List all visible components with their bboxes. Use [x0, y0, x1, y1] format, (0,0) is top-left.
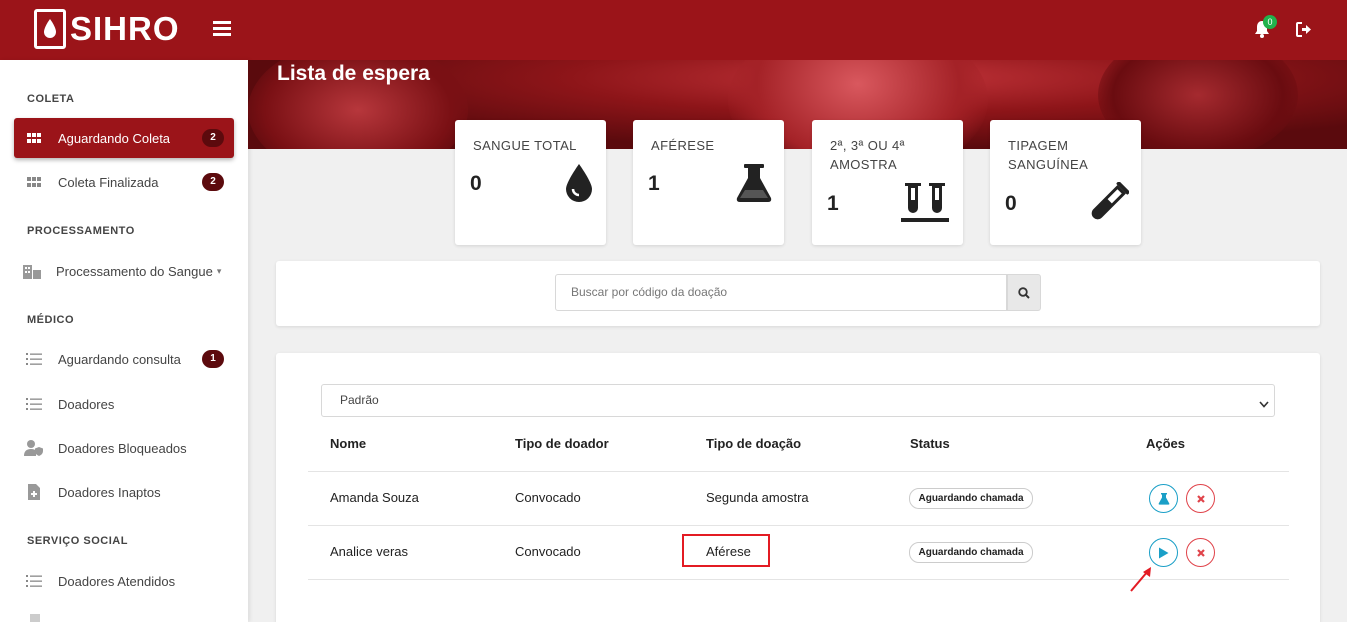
sidebar-item-label: Doadores Atendidos — [58, 573, 176, 589]
card-value: 1 — [827, 192, 839, 215]
cell-tipo-doador: Convocado — [515, 544, 581, 559]
sidebar-item-processamento-sangue[interactable]: Processamento do Sangue ▾ — [12, 251, 232, 291]
user-shield-icon — [24, 440, 44, 456]
card-amostra[interactable]: 2ª, 3ª OU 4ª AMOSTRA 1 — [812, 120, 963, 245]
analyze-button[interactable] — [1149, 484, 1178, 513]
flask-icon — [735, 163, 773, 208]
divider — [308, 471, 1289, 472]
col-tipo-doacao: Tipo de doação — [706, 436, 802, 451]
card-value: 0 — [470, 172, 482, 195]
col-tipo-doador: Tipo de doador — [515, 436, 609, 451]
sidebar-item-doadores[interactable]: Doadores — [14, 384, 234, 424]
sidebar-item-partial-icon — [30, 614, 40, 622]
sidebar-item-label: Aguardando Coleta — [58, 130, 171, 146]
grid-icon — [24, 133, 44, 143]
list-icon — [24, 574, 44, 588]
sidebar-item-label: Doadores Inaptos — [58, 484, 161, 500]
caret-down-icon: ▾ — [216, 265, 222, 276]
sidebar: COLETA Aguardando Coleta 2 Coleta Finali… — [0, 60, 248, 622]
file-medical-icon — [24, 484, 44, 500]
highlight-annotation — [682, 534, 770, 567]
section-processamento: PROCESSAMENTO — [27, 225, 135, 237]
card-sangue-total[interactable]: SANGUE TOTAL 0 — [455, 120, 606, 245]
sidebar-item-label: Doadores Bloqueados — [58, 440, 187, 456]
notification-badge: 0 — [1263, 15, 1277, 29]
play-icon — [1159, 547, 1169, 558]
col-status: Status — [910, 436, 950, 451]
col-acoes: Ações — [1146, 436, 1186, 451]
menu-toggle-icon[interactable] — [213, 20, 231, 41]
logo[interactable]: SIHRO — [34, 9, 180, 49]
sidebar-item-aguardando-coleta[interactable]: Aguardando Coleta 2 — [14, 118, 234, 158]
sidebar-item-label: Coleta Finalizada — [58, 174, 159, 190]
sidebar-item-aguardando-consulta[interactable]: Aguardando consulta 1 — [14, 339, 234, 379]
close-icon — [1196, 548, 1205, 557]
cell-nome: Analice veras — [330, 544, 409, 559]
count-badge: 1 — [202, 350, 224, 368]
start-button[interactable] — [1149, 538, 1178, 567]
col-nome: Nome — [330, 436, 367, 451]
building-icon — [22, 263, 42, 279]
search-input[interactable]: Buscar por código da doação — [555, 274, 1007, 311]
sidebar-item-label: Doadores — [58, 396, 115, 412]
card-title-line1: 2ª, 3ª OU 4ª — [830, 138, 905, 153]
count-badge: 2 — [202, 173, 224, 191]
card-title: SANGUE TOTAL — [473, 138, 577, 153]
card-aferese[interactable]: AFÉRESE 1 — [633, 120, 784, 245]
divider — [308, 525, 1289, 526]
list-icon — [24, 397, 44, 411]
cell-tipo-doacao: Segunda amostra — [706, 490, 809, 505]
sidebar-item-label: Aguardando consulta — [58, 351, 181, 367]
sidebar-item-doadores-bloqueados[interactable]: Doadores Bloqueados — [14, 428, 234, 468]
sidebar-item-coleta-finalizada[interactable]: Coleta Finalizada 2 — [14, 162, 234, 202]
top-bar: SIHRO 0 — [0, 0, 1347, 60]
section-servico-social: SERVIÇO SOCIAL — [27, 535, 128, 547]
cell-nome: Amanda Souza — [330, 490, 419, 505]
count-badge: 2 — [202, 129, 224, 147]
test-tubes-icon — [901, 182, 949, 227]
card-title-line1: TIPAGEM — [1008, 138, 1069, 153]
card-tipagem[interactable]: TIPAGEM SANGUÍNEA 0 — [990, 120, 1141, 245]
page-title: Lista de espera — [277, 62, 430, 85]
card-value: 0 — [1005, 192, 1017, 215]
sidebar-item-label: Processamento do Sangue — [56, 263, 213, 279]
grid-icon — [24, 177, 44, 187]
sidebar-item-doadores-atendidos[interactable]: Doadores Atendidos — [14, 561, 234, 601]
brand-name: SIHRO — [70, 10, 180, 47]
card-title-line2: SANGUÍNEA — [1008, 157, 1089, 172]
logout-icon[interactable] — [1296, 22, 1313, 42]
filter-select[interactable]: Padrão — [321, 384, 1275, 417]
close-icon — [1196, 494, 1205, 503]
section-coleta: COLETA — [27, 93, 75, 105]
list-icon — [24, 352, 44, 366]
cancel-button[interactable] — [1186, 538, 1215, 567]
search-button[interactable] — [1007, 274, 1041, 311]
status-badge: Aguardando chamada — [909, 542, 1033, 563]
card-value: 1 — [648, 172, 660, 195]
vial-icon — [1089, 181, 1130, 227]
flask-icon — [1158, 492, 1169, 505]
card-title-line2: AMOSTRA — [830, 157, 898, 172]
section-medico: MÉDICO — [27, 314, 74, 326]
chevron-down-icon — [1259, 395, 1269, 413]
blood-drop-icon — [565, 163, 593, 208]
cell-tipo-doador: Convocado — [515, 490, 581, 505]
cancel-button[interactable] — [1186, 484, 1215, 513]
arrow-annotation-icon — [1128, 565, 1154, 598]
blood-bag-icon — [34, 9, 66, 49]
card-title: AFÉRESE — [651, 138, 715, 153]
sidebar-item-doadores-inaptos[interactable]: Doadores Inaptos — [14, 472, 234, 512]
status-badge: Aguardando chamada — [909, 488, 1033, 509]
search-icon — [1018, 286, 1030, 299]
